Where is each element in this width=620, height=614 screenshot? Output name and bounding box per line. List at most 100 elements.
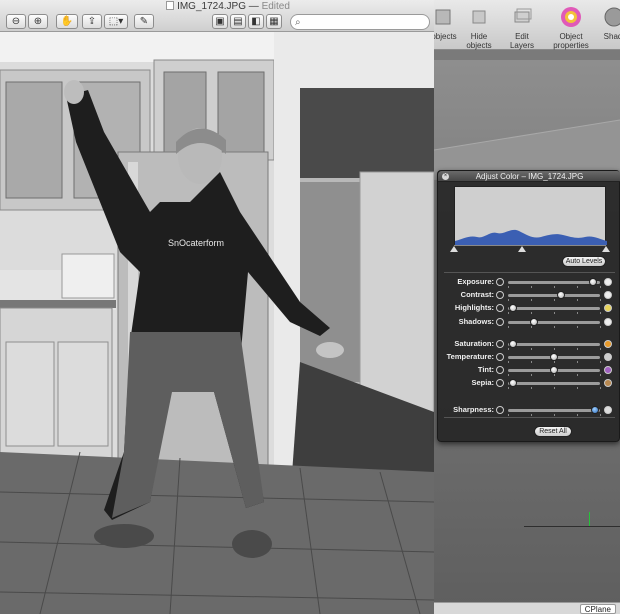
slider-track[interactable] [508,304,600,312]
slider-tick [508,326,509,328]
slider-thumb[interactable] [508,379,517,387]
reset-all-button[interactable]: Reset All [534,426,572,437]
preview-window: IMG_1724.JPG — Edited ⊖ ⊕ ✋ ⇪ ⬚▾ ✎ ▣ ▤ ◧… [0,0,434,614]
slider-tick [531,387,532,389]
contrast-high-icon[interactable] [604,291,612,299]
cplane-selector[interactable]: CPlane [579,604,616,614]
view-sidebar-button[interactable]: ◧ [248,14,264,29]
temperature-warm-icon[interactable] [604,353,612,361]
slider-tick [577,299,578,301]
slider-label: Exposure: [457,277,494,286]
move-button[interactable]: ✋ [56,14,78,29]
slider-ticks [508,387,601,389]
slider-row-sepia: Sepia: [438,378,620,390]
object-properties-tool[interactable]: Object properties [542,4,600,50]
sepia-full-icon[interactable] [604,379,612,387]
edit-layers-tool[interactable]: Edit Layers [502,4,542,50]
slider-ticks [508,374,601,376]
hud-close-button[interactable]: × [442,173,449,180]
share-button[interactable]: ⇪ [82,14,102,29]
annotate-button[interactable]: ✎ [134,14,154,29]
edit-layers-icon [514,8,532,23]
sharpness-low-icon[interactable] [496,406,504,414]
slider-track[interactable] [508,318,600,326]
slider-tick [577,361,578,363]
divider [444,417,615,418]
tint-green-icon[interactable] [496,366,504,374]
objects-tool[interactable]: objects [430,4,458,41]
sepia-none-icon[interactable] [496,379,504,387]
adjust-color-titlebar[interactable]: Adjust Color – IMG_1724.JPG × [438,171,620,182]
photo-canvas[interactable]: ЅnOcaterform [0,32,434,614]
levels-track [450,245,610,252]
slider-thumb[interactable] [550,353,558,361]
selection-tools-button[interactable]: ⬚▾ [104,14,128,29]
sun-large-icon[interactable] [604,278,612,286]
shadows-icon[interactable] [496,318,504,326]
slider-thumb[interactable] [557,291,566,299]
slider-tick [577,312,578,314]
slider-track[interactable] [508,291,600,299]
saturation-color-icon[interactable] [604,340,612,348]
slider-ticks [508,299,601,301]
slider-tick [508,387,509,389]
hide-objects-tool[interactable]: Hide objects [458,4,500,50]
slider-tick [554,387,555,389]
slider-tick [531,348,532,350]
view-thumbnails-button[interactable]: ▤ [230,14,246,29]
sun-small-icon[interactable] [496,278,504,286]
highlights-bright-icon[interactable] [604,304,612,312]
slider-tick [577,326,578,328]
slider-thumb[interactable] [588,278,597,286]
slider-ticks [508,414,601,416]
tint-magenta-icon[interactable] [604,366,612,374]
slider-thumb[interactable] [508,304,517,312]
zoom-out-icon: ⊖ [11,16,21,27]
document-edited-label: Edited [261,1,290,12]
saturation-gray-icon[interactable] [496,340,504,348]
slider-track[interactable] [508,353,600,361]
slider-tick [508,312,509,314]
slider-ticks [508,326,601,328]
slider-track[interactable] [508,379,600,387]
slider-thumb[interactable] [591,406,600,414]
zoom-in-button[interactable]: ⊕ [28,14,48,29]
auto-levels-button[interactable]: Auto Levels [562,256,606,267]
slider-row-highlights: Highlights: [438,303,620,315]
highlights-icon[interactable] [496,304,504,312]
search-icon: ⌕ [295,17,301,28]
slider-track[interactable] [508,366,600,374]
search-input[interactable]: ⌕ [290,14,430,30]
zoom-out-button[interactable]: ⊖ [6,14,26,29]
contrast-low-icon[interactable] [496,291,504,299]
shadow-icon [604,7,620,27]
slider-tick [531,326,532,328]
slider-tick [531,361,532,363]
sharpness-high-icon[interactable] [604,406,612,414]
hide-objects-icon [472,10,486,24]
levels-mid-point-handle[interactable] [518,246,527,252]
shadow-tool[interactable]: Shad [600,4,620,41]
document-proxy-icon[interactable] [166,1,175,10]
slider-ticks [508,348,601,350]
levels-white-point-handle[interactable] [602,246,610,252]
levels-black-point-handle[interactable] [450,246,458,252]
view-contact-sheet-button[interactable]: ▦ [266,14,282,29]
slider-thumb[interactable] [550,366,558,374]
slider-track[interactable] [508,406,600,414]
view-single-button[interactable]: ▣ [212,14,228,29]
slider-thumb[interactable] [508,340,517,348]
slider-track[interactable] [508,278,600,286]
shadows-bright-icon[interactable] [604,318,612,326]
slider-track[interactable] [508,340,600,348]
slider-row-exposure: Exposure: [438,277,620,289]
slider-tick [577,348,578,350]
slider-tick [577,387,578,389]
objects-icon [435,9,451,25]
preview-titlebar: IMG_1724.JPG — Edited ⊖ ⊕ ✋ ⇪ ⬚▾ ✎ ▣ ▤ ◧… [0,0,434,32]
object-properties-icon [561,7,581,27]
divider [444,272,615,273]
temperature-cool-icon[interactable] [496,353,504,361]
slider-thumb[interactable] [529,318,538,326]
slider-tick [508,374,509,376]
